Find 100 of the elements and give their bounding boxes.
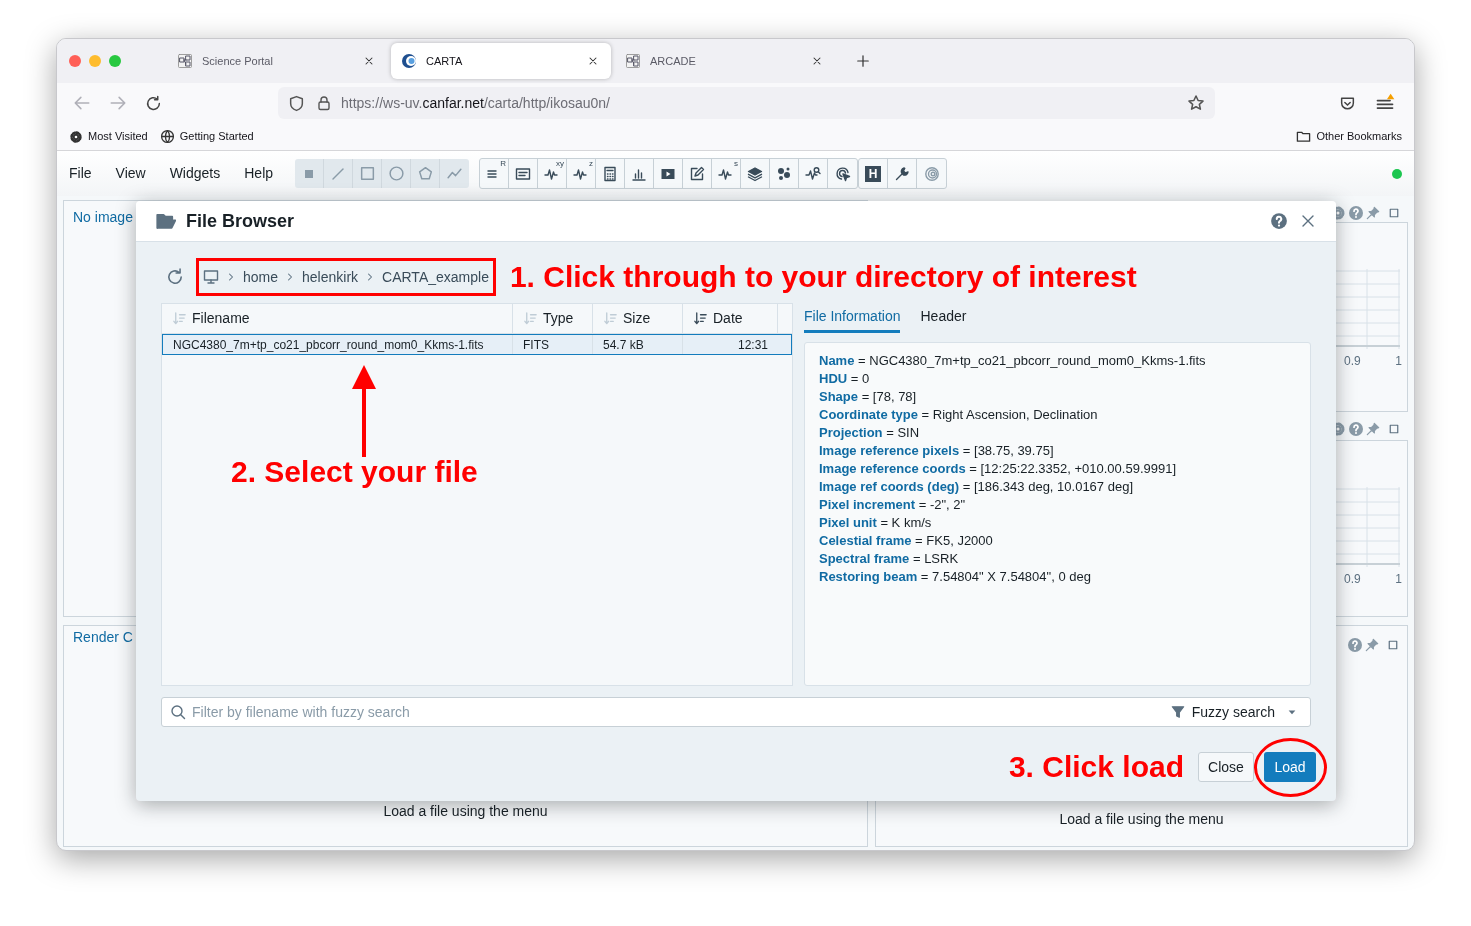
menu-item[interactable]: Help xyxy=(232,158,286,189)
axis-tick-label: 1 xyxy=(1395,355,1402,367)
refresh-icon xyxy=(166,268,184,286)
help-icon xyxy=(1347,637,1363,653)
search-mode-dropdown[interactable]: Fuzzy search xyxy=(1170,701,1310,723)
help-icon xyxy=(1348,421,1364,437)
menu-item[interactable]: File xyxy=(57,158,104,189)
pin-icon xyxy=(1366,206,1380,220)
info-line: Restoring beam = 7.54804" X 7.54804", 0 deg xyxy=(819,568,1092,586)
folder-icon xyxy=(1296,129,1312,144)
pocket-button[interactable] xyxy=(1339,94,1357,112)
info-tab[interactable]: File Information xyxy=(804,303,901,333)
close-icon xyxy=(587,55,599,67)
browser-tab[interactable]: CARTA xyxy=(391,43,611,79)
help-icon xyxy=(1270,212,1288,230)
menu-item[interactable]: Widgets xyxy=(157,158,233,189)
toolbar-button[interactable]: s xyxy=(712,159,742,188)
table-cell: 54.7 kB xyxy=(593,335,683,354)
folder-open-icon xyxy=(156,211,176,231)
axis-tick-label: 0.9 xyxy=(1344,573,1361,585)
load-button[interactable]: Load xyxy=(1264,752,1316,782)
column-header[interactable]: Size xyxy=(593,304,683,333)
info-line: Projection = SIN xyxy=(819,424,921,442)
reload-button[interactable] xyxy=(145,94,163,112)
crescent-logo-icon xyxy=(401,53,417,69)
info-line: Spectral frame = LSRK xyxy=(819,550,960,568)
breadcrumb-link[interactable]: home xyxy=(243,266,279,288)
annotation-text: 3. Click load xyxy=(1008,752,1184,782)
table-cell: NGC4380_7m+tp_co21_pbcorr_round_mom0_Kkms-1.fits xyxy=(163,335,513,354)
sort-icon xyxy=(172,311,187,326)
plus-icon xyxy=(856,54,870,68)
browser-tab[interactable]: ARCADE xyxy=(615,43,835,79)
filter-field[interactable]: Filter by filename with fuzzy search Fuzzy search xyxy=(161,697,1311,727)
rings-icon xyxy=(923,165,940,182)
info-line: Name = NGC4380_7m+tp_co21_pbcorr_round_mom0_Kkms-1.fits xyxy=(819,352,1207,370)
info-line: Image ref coords (deg) = [186.343 deg, 10.0167 deg] xyxy=(819,478,1134,496)
bookmark-link[interactable]: Most Visited xyxy=(88,128,148,145)
gear-icon xyxy=(69,129,83,144)
polygon-icon xyxy=(416,165,434,182)
spectrum-search-icon xyxy=(805,165,822,182)
menu-item[interactable]: View xyxy=(103,158,158,189)
bookmark-link[interactable]: Getting Started xyxy=(179,128,254,145)
circle-icon xyxy=(387,165,405,182)
scatter-icon xyxy=(776,165,793,182)
toolbar-button[interactable]: xy xyxy=(538,159,568,188)
maximize-icon xyxy=(1388,423,1400,435)
info-line: Pixel increment = -2", 2" xyxy=(819,496,967,514)
forward-arrow-icon xyxy=(109,94,127,112)
panel-title: Render C xyxy=(73,628,134,647)
sort-icon xyxy=(603,311,618,326)
toolbar-button[interactable]: R xyxy=(480,159,510,188)
pocket-icon xyxy=(1339,94,1356,112)
app-icon xyxy=(177,53,193,69)
empty-panel-message: Load a file using the menu xyxy=(383,802,548,821)
computer-icon xyxy=(203,269,219,285)
info-line: Shape = [78, 78] xyxy=(819,388,918,406)
connection-status-icon xyxy=(1392,168,1402,179)
sort-icon xyxy=(693,311,708,326)
app-icon xyxy=(625,53,641,69)
wrench-icon xyxy=(894,165,911,182)
help-icon xyxy=(1348,205,1364,221)
column-header[interactable]: Date xyxy=(683,304,778,333)
refresh-button[interactable] xyxy=(166,268,184,286)
close-window-icon[interactable] xyxy=(69,55,81,67)
breadcrumb-link[interactable]: helenkirk xyxy=(302,266,359,288)
edit-icon xyxy=(689,165,706,182)
back-arrow-icon xyxy=(73,94,91,112)
dialog-title: File Browser xyxy=(186,209,295,233)
info-tab[interactable]: Header xyxy=(920,303,967,333)
reload-icon xyxy=(145,94,162,112)
empty-panel-message: Load a file using the menu xyxy=(1059,810,1224,829)
close-icon xyxy=(363,55,375,67)
window-icon xyxy=(515,165,532,182)
info-line: Coordinate type = Right Ascension, Declination xyxy=(819,406,1099,424)
bookmark-link[interactable]: Other Bookmarks xyxy=(1316,128,1402,145)
maximize-icon xyxy=(1388,207,1400,219)
help-button[interactable] xyxy=(1270,212,1288,230)
column-header[interactable]: Type xyxy=(513,304,593,333)
annotation-text: 2. Select your file xyxy=(231,457,478,487)
close-button[interactable]: Close xyxy=(1198,752,1254,782)
table-cell: FITS xyxy=(513,335,593,354)
info-line: Image reference coords = [12:25:22.3352, +010.00.59.9991] xyxy=(819,460,1178,478)
panel-title: No image xyxy=(73,209,133,225)
file-row[interactable]: NGC4380_7m+tp_co21_pbcorr_round_mom0_Kkms-1.fits FITS 54.7 kB 12:31 xyxy=(162,334,792,355)
close-dialog-button[interactable] xyxy=(1300,213,1316,229)
layers-icon xyxy=(747,165,764,182)
rectangle-icon xyxy=(358,165,376,182)
column-header[interactable]: Filename xyxy=(162,304,513,333)
info-line: HDU = 0 xyxy=(819,370,871,388)
maximize-icon xyxy=(1387,639,1399,651)
sort-icon xyxy=(523,311,538,326)
browser-tab[interactable]: Science Portal xyxy=(167,43,387,79)
breadcrumb-link[interactable]: CARTA_example xyxy=(382,266,489,288)
toolbar-button[interactable]: z xyxy=(567,159,597,188)
star-icon xyxy=(1187,94,1205,112)
search-icon xyxy=(170,704,186,720)
address-bar[interactable]: https://ws-uv.canfar.net/carta/http/ikosau0n/ xyxy=(278,87,1215,119)
pin-icon xyxy=(1365,638,1379,652)
table-cell-text: 12:31 xyxy=(736,336,769,354)
calculator-icon xyxy=(602,165,619,182)
